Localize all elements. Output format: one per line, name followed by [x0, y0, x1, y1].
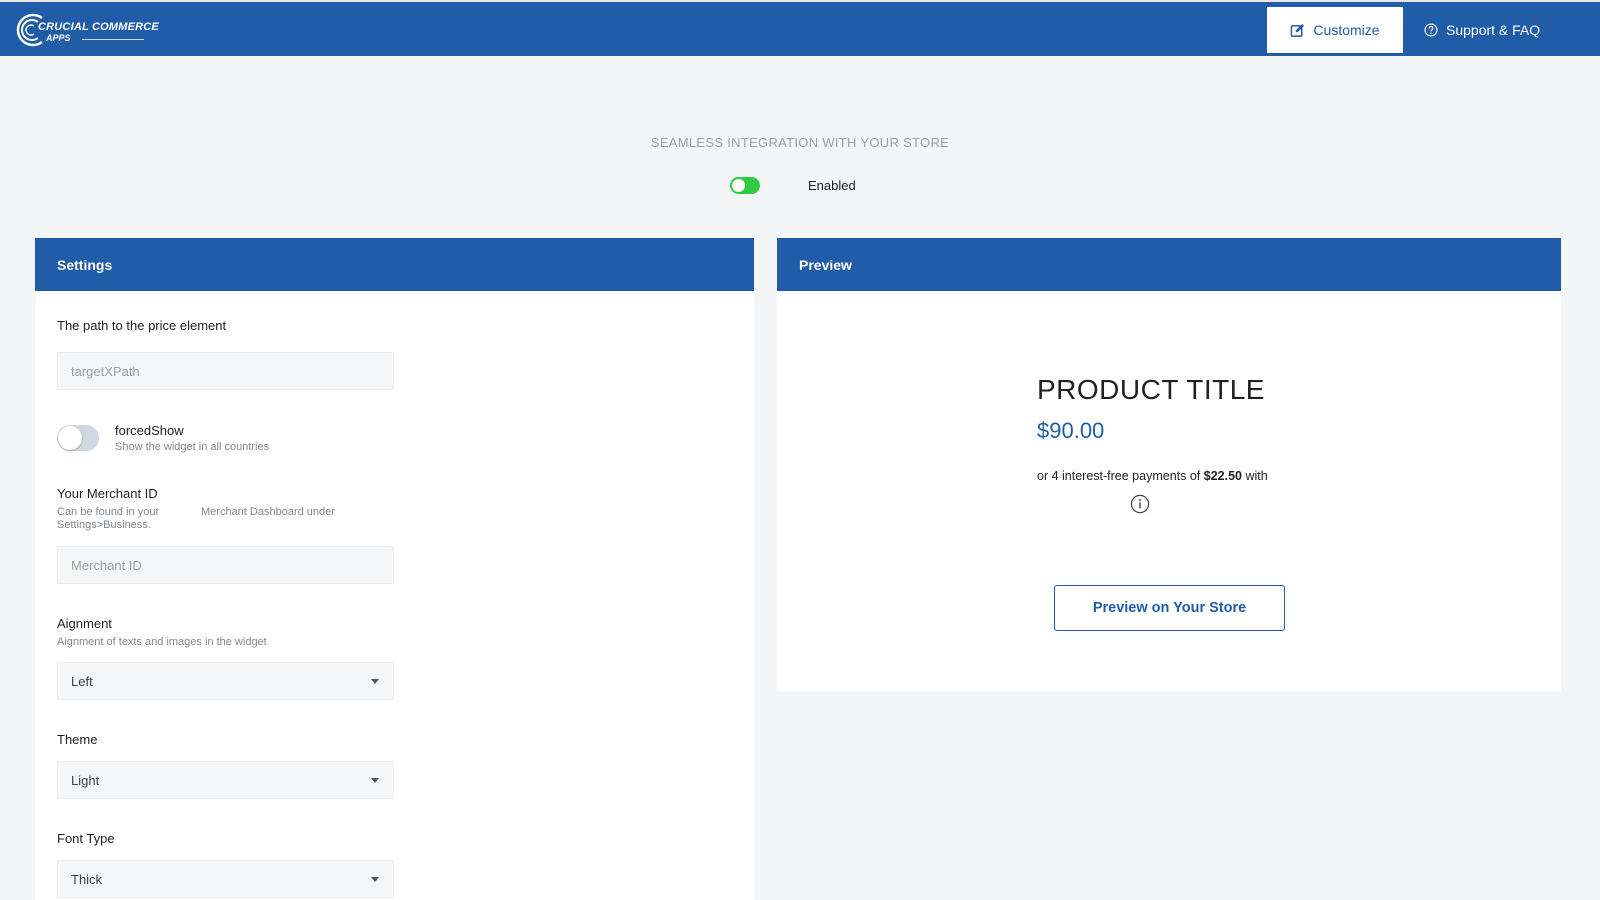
alignment-value: Left	[71, 673, 93, 689]
chevron-down-icon	[371, 876, 379, 882]
edit-icon	[1291, 23, 1305, 37]
font-type-value: Thick	[71, 871, 103, 887]
merchant-id-help-line2: Settings>Business.	[57, 519, 151, 531]
font-type-select[interactable]: Thick	[57, 860, 394, 898]
installment-amount: $22.50	[1203, 469, 1242, 483]
logo-text-primary: CRUCIAL COMMERCE	[38, 21, 159, 33]
font-type-label: Font Type	[57, 831, 115, 846]
logo-divider	[82, 39, 144, 40]
installment-message: or 4 interest-free payments of $22.50 wi…	[1037, 469, 1268, 483]
settings-panel-title: Settings	[35, 238, 754, 291]
product-title: PRODUCT TITLE	[1037, 374, 1265, 405]
preview-on-store-button[interactable]: Preview on Your Store	[1054, 585, 1285, 631]
preview-panel: Preview PRODUCT TITLE $90.00 or 4 intere…	[777, 238, 1561, 691]
theme-label: Theme	[57, 732, 98, 747]
installment-suffix: with	[1241, 469, 1268, 483]
support-faq-tab[interactable]: Support & FAQ	[1424, 7, 1554, 53]
brand-logo[interactable]: CRUCIAL COMMERCE APPS	[14, 12, 164, 48]
preview-panel-title: Preview	[777, 238, 1561, 291]
info-icon[interactable]	[1130, 494, 1150, 514]
price-path-input[interactable]	[57, 352, 394, 390]
customize-tab[interactable]: Customize	[1267, 7, 1403, 53]
price-path-label: The path to the price element	[57, 318, 227, 333]
merchant-id-label: Your Merchant ID	[57, 486, 158, 501]
forced-show-label: forcedShow	[115, 423, 184, 438]
merchant-id-help-line1: Can be found in your	[57, 506, 160, 518]
chevron-down-icon	[371, 777, 379, 783]
toggle-knob	[58, 426, 82, 450]
forced-show-toggle[interactable]	[57, 425, 99, 451]
integration-enabled-toggle[interactable]	[730, 177, 760, 194]
alignment-help: Aignment of texts and images in the widg…	[57, 636, 267, 648]
support-faq-label: Support & FAQ	[1446, 22, 1541, 38]
merchant-id-help-line3: Merchant Dashboard under	[201, 506, 335, 518]
integration-status-label: Enabled	[808, 178, 856, 193]
merchant-id-input[interactable]	[57, 546, 394, 584]
alignment-select[interactable]: Left	[57, 662, 394, 700]
top-navigation-bar: CRUCIAL COMMERCE APPS Customize Support …	[0, 0, 1600, 56]
toggle-knob	[732, 179, 745, 192]
product-price: $90.00	[1037, 418, 1105, 443]
installment-prefix: or 4 interest-free payments of	[1037, 469, 1204, 483]
integration-heading: SEAMLESS INTEGRATION WITH YOUR STORE	[650, 135, 950, 150]
forced-show-help: Show the widget in all countries	[115, 441, 270, 453]
alignment-label: Aignment	[57, 616, 112, 631]
customize-label: Customize	[1313, 22, 1380, 38]
chevron-down-icon	[371, 678, 379, 684]
theme-value: Light	[71, 772, 100, 788]
settings-panel: Settings The path to the price element f…	[35, 238, 754, 900]
theme-select[interactable]: Light	[57, 761, 394, 799]
help-circle-icon	[1424, 23, 1438, 37]
logo-text-secondary: APPS	[46, 33, 71, 43]
